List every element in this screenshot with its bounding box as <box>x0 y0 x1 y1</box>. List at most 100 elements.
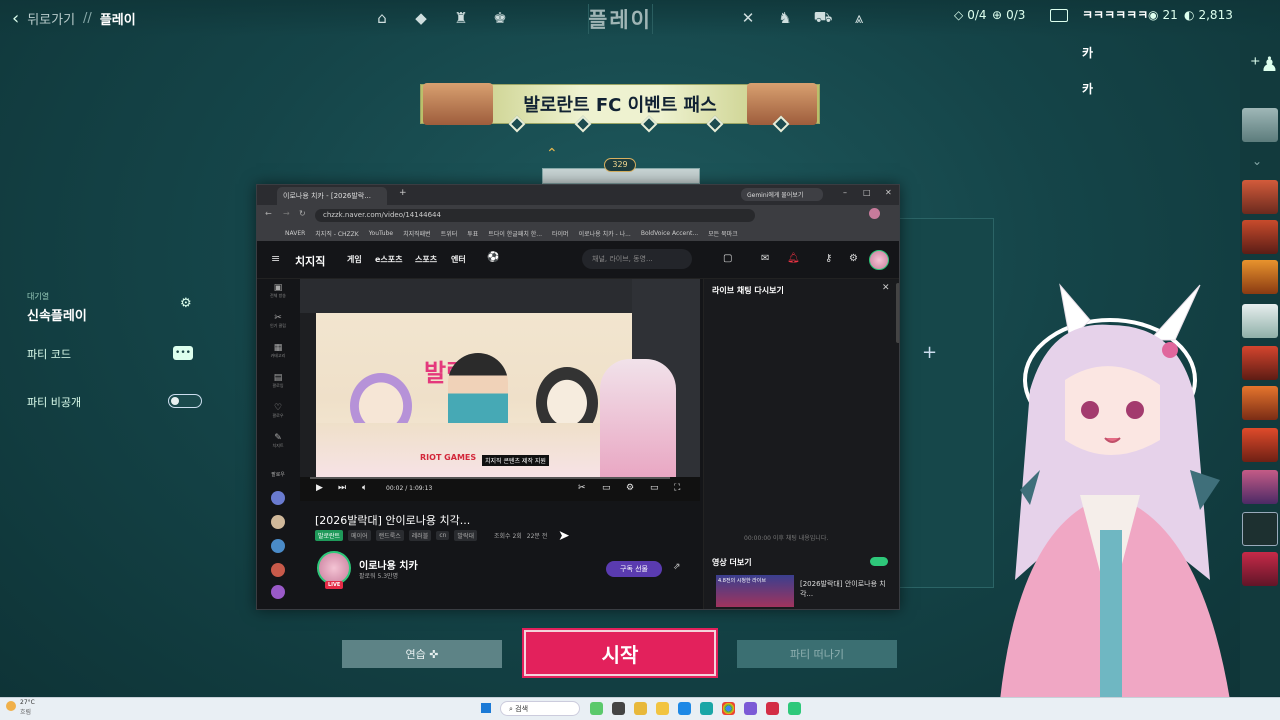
address-input[interactable]: chzzk.naver.com/video/14144644 <box>315 209 755 222</box>
sidebar-item-cheeze[interactable]: ✎ 치지트 <box>267 433 289 449</box>
tag[interactable]: 레러블 <box>408 530 432 541</box>
breadcrumb[interactable]: ‹ 뒤로가기 // 플레이 <box>12 8 136 29</box>
taskbar-search[interactable]: ⌕ 검색 <box>500 701 580 716</box>
followed-channel-avatar[interactable] <box>271 585 285 599</box>
subscribe-gift-button[interactable]: 구독 선물 <box>606 561 662 577</box>
nav-sports[interactable]: 스포츠 <box>415 254 437 265</box>
back-arrow-icon[interactable]: ← <box>265 209 272 218</box>
bookmark-item[interactable]: YouTube <box>369 230 393 237</box>
bookmark-item[interactable]: 트위터 <box>441 229 458 238</box>
add-friend-icon[interactable]: ⁺♟ <box>1250 52 1279 76</box>
mail-icon[interactable] <box>1050 9 1068 22</box>
party-private-toggle[interactable] <box>168 394 202 408</box>
tag[interactable]: cn <box>436 531 450 540</box>
bookmark-item[interactable]: 타이머 <box>552 229 569 238</box>
bookmark-item[interactable]: 치지직 - CHZZK <box>315 229 358 238</box>
bookmark-item[interactable]: 이로나용 치카 - 나... <box>579 229 631 238</box>
app-icon[interactable] <box>700 702 713 715</box>
tag-category[interactable]: 발로란트 <box>315 530 344 541</box>
tag[interactable]: 발락대 <box>454 530 477 541</box>
autoplay-toggle[interactable] <box>870 557 888 566</box>
bookmark-item[interactable]: 트다이 한글패치 한... <box>488 229 542 238</box>
app-icon[interactable] <box>744 702 757 715</box>
sidebar-item-follow[interactable]: ♡ 팔로우 <box>267 403 289 419</box>
windows-start-icon[interactable] <box>481 703 491 713</box>
browser-window[interactable]: 이로나용 치카 - [2026발락... + Gemini에게 물어보기 – □… <box>256 184 900 610</box>
theater-icon[interactable]: ▭ <box>650 483 659 493</box>
app-icon[interactable] <box>612 702 625 715</box>
maximize-icon[interactable]: □ <box>863 188 871 197</box>
app-icon[interactable] <box>788 702 801 715</box>
tag[interactable]: 랜드룩스 <box>375 530 404 541</box>
forward-arrow-icon[interactable]: → <box>283 209 290 218</box>
sidebar-item-following[interactable]: ▤ 팔로잉 <box>267 373 289 389</box>
rank-icon[interactable]: ⩓ <box>848 7 870 29</box>
site-search-input[interactable]: 채널, 라이브, 동영... <box>582 249 692 269</box>
browser-tab[interactable]: 이로나용 치카 - [2026발락... <box>277 187 387 205</box>
practice-button[interactable]: 연습 ✜ <box>342 640 502 668</box>
minimize-icon[interactable]: – <box>843 188 847 197</box>
chevron-down-icon[interactable]: ⌄ <box>1252 154 1262 168</box>
event-pass-banner[interactable]: 발로란트 FC 이벤트 패스 <box>420 83 820 133</box>
followed-channel-avatar[interactable] <box>271 563 285 577</box>
app-icon[interactable] <box>590 702 603 715</box>
nav-esports[interactable]: e스포츠 <box>375 254 403 265</box>
nav-game[interactable]: 게임 <box>347 254 362 265</box>
soccer-ball-icon[interactable]: ⚽ <box>487 252 499 263</box>
nav-entertainment[interactable]: 엔터 <box>451 254 466 265</box>
key-icon[interactable]: ⚷ <box>825 253 832 264</box>
video-player[interactable]: 발락대 RIOT GAMES 치지직 콘텐츠 제작 지원 ▶ ⏭ 🔈︎ 00:0… <box>300 279 700 501</box>
video-thumbnail[interactable]: 4.8전의 시청한 라이브 <box>716 575 794 607</box>
party-code-icon[interactable]: ••• <box>173 346 193 360</box>
bookmark-item[interactable]: BoldVoice Accent... <box>641 230 698 237</box>
followed-channel-avatar[interactable] <box>271 515 285 529</box>
close-icon[interactable]: ✕ <box>885 188 892 197</box>
notification-icon[interactable]: 🔔︎ <box>787 253 800 264</box>
channel-avatar[interactable] <box>317 551 351 585</box>
friend-avatar[interactable] <box>1242 220 1278 254</box>
weather-icon[interactable] <box>6 701 16 711</box>
next-icon[interactable]: ⏭ <box>338 483 346 493</box>
bookmark-item[interactable]: 투표 <box>467 229 478 238</box>
tag[interactable]: 메이어 <box>348 530 371 541</box>
recommended-video-title[interactable]: [2026발락대] 안이로나용 치각... <box>800 579 890 599</box>
bookmark-item[interactable]: 치지직패번 <box>403 229 431 238</box>
home-icon[interactable]: ⌂ <box>371 7 393 29</box>
mode-settings-icon[interactable]: ⚙ <box>180 296 192 311</box>
game-mode[interactable]: 신속플레이 <box>27 305 87 324</box>
close-icon[interactable]: ✕ <box>882 283 890 293</box>
followed-channel-avatar[interactable] <box>271 539 285 553</box>
app-icon[interactable] <box>656 702 669 715</box>
volume-icon[interactable]: 🔈︎ <box>362 483 367 493</box>
fullscreen-icon[interactable]: ⛶ <box>674 483 680 493</box>
sidebar-item-all[interactable]: ▣ 전체 방송 <box>267 283 289 299</box>
settings-icon[interactable]: ⚙ <box>849 253 858 264</box>
start-button[interactable]: 시작 <box>522 628 718 678</box>
clip-icon[interactable]: ✂ <box>578 483 586 493</box>
profile-avatar[interactable] <box>869 208 880 219</box>
friend-avatar[interactable] <box>1242 180 1278 214</box>
sidebar-item-clips[interactable]: ✂ 인기 클립 <box>267 313 289 329</box>
studio-icon[interactable]: ▢ <box>723 253 732 264</box>
quest-counter[interactable]: ◇ 0/4 <box>954 8 987 22</box>
progress-track[interactable] <box>310 477 670 479</box>
back-link[interactable]: 뒤로가기 <box>27 9 75 28</box>
bookmark-item[interactable]: NAVER <box>285 230 305 237</box>
folder-icon[interactable] <box>634 702 647 715</box>
chevron-left-icon[interactable]: ‹ <box>12 8 19 29</box>
battlepass-icon[interactable]: ♜ <box>450 7 472 29</box>
new-tab-icon[interactable]: + <box>399 188 407 198</box>
settings-icon[interactable]: ⚙ <box>626 483 634 493</box>
gemini-button[interactable]: Gemini에게 물어보기 <box>741 188 823 201</box>
share-icon[interactable]: ⇗ <box>673 562 681 572</box>
agents-icon[interactable]: ♚ <box>489 7 511 29</box>
valorant-icon[interactable] <box>766 702 779 715</box>
friend-avatar[interactable] <box>1242 108 1278 142</box>
followed-channel-avatar[interactable] <box>271 491 285 505</box>
caption-icon[interactable]: ▭ <box>602 483 611 493</box>
chat-scrollbar[interactable] <box>896 283 899 343</box>
inbox-icon[interactable]: ✉ <box>761 253 769 264</box>
sidebar-item-category[interactable]: ▦ 카테고리 <box>267 343 289 359</box>
play-icon[interactable]: ▶ <box>316 483 323 493</box>
leave-party-button[interactable]: 파티 떠나기 <box>737 640 897 668</box>
